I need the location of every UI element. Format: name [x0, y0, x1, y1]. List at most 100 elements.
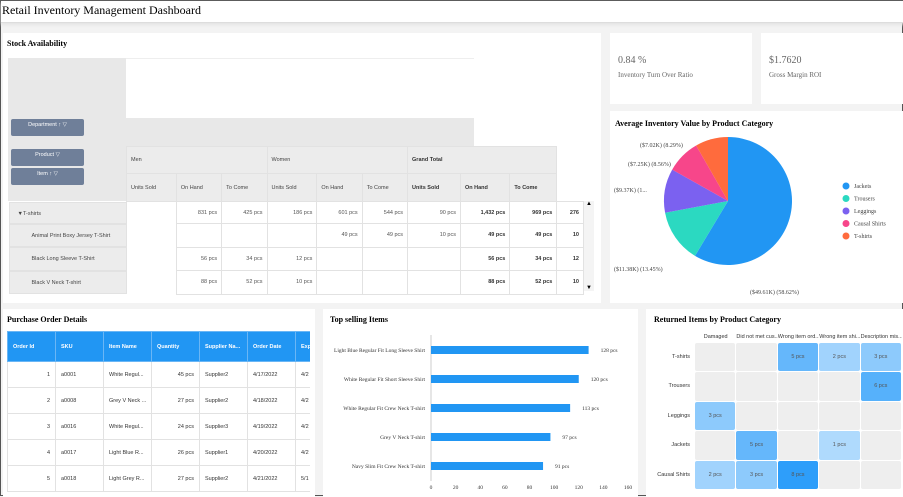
heatmap-cell[interactable] [777, 401, 819, 431]
x-tick-label: 160 [624, 485, 633, 491]
purchase-order-panel: Purchase Order Details Order Id SKU Item N… [3, 309, 315, 497]
pivot-row[interactable]: Black V Neck T-shirt 88 pcs 52 pcs 10 pcs 88… [8, 270, 584, 295]
heatmap-cell[interactable] [860, 460, 901, 489]
heatmap-cell[interactable] [695, 343, 736, 372]
heatmap-cell[interactable]: 6 pcs [860, 372, 901, 401]
pivot-row[interactable]: Animal Print Boxy Jersey T-Shirt 49 pcs 49… [8, 223, 584, 248]
heatmap-cell[interactable]: 5 pcs [777, 343, 819, 372]
category-label: Light Blue Regular Fit Long Sleeve Shirt [334, 348, 426, 354]
table-row[interactable]: 1 a0001 White Regul... 45 pcs Supplier2 4/17/… [7, 361, 310, 388]
table-cell: Supplier3 [199, 413, 248, 440]
heatmap-cell[interactable] [777, 372, 819, 401]
bar[interactable] [431, 433, 551, 441]
table-cell: 3 [7, 413, 56, 440]
pivot-cell: 186 pcs [266, 201, 318, 224]
column-header[interactable]: Exp [295, 331, 310, 362]
heatmap-cell[interactable]: 3 pcs [736, 460, 777, 489]
pivot-cell: 969 pcs [509, 201, 558, 224]
bar[interactable] [431, 346, 589, 354]
scroll-down-icon[interactable]: ▼ [584, 285, 594, 291]
pivot-row[interactable]: Black Long Sleeve T-Shirt 56 pcs 34 pcs 12 … [8, 246, 584, 271]
row-label[interactable]: ▼T-shirts [8, 202, 127, 224]
data-label: 113 pcs [582, 406, 599, 412]
department-button[interactable]: Department ↑ ▽ [11, 119, 84, 136]
vertical-scrollbar[interactable]: ▲ ▼ [584, 201, 594, 291]
slice-label: ($11.38K) (13.45%) [614, 266, 663, 273]
header-row: Order Id SKU Item Name Quantity Supplier Na.… [7, 331, 310, 362]
pivot-cell: 49 pcs [361, 223, 409, 248]
scroll-up-icon[interactable]: ▲ [584, 201, 594, 207]
x-tick-label: 100 [550, 485, 559, 491]
heatmap-cell[interactable] [860, 431, 901, 460]
category-label: Navy Slim Fit Crew Neck T-shirt [352, 464, 426, 470]
bar[interactable] [431, 462, 544, 470]
table-row[interactable]: 2 a0008 Grey V Neck ... 27 pcs Supplier2 4/18… [7, 387, 310, 414]
row-label: Trousers [668, 383, 691, 390]
column-header[interactable]: Item Name [103, 331, 152, 362]
row-label[interactable]: Black V Neck T-shirt [8, 270, 127, 294]
column-header[interactable]: Order Id [7, 331, 56, 362]
heatmap-cell[interactable]: 2 pcs [695, 460, 736, 489]
filter-icon[interactable]: ▽ [54, 171, 58, 177]
kpi-roi-card: $1.7620 Gross Margin ROI [761, 33, 903, 104]
heatmap-cell[interactable]: 3 pcs [860, 343, 901, 372]
heatmap-cell[interactable] [695, 431, 736, 460]
heatmap-cell[interactable] [777, 431, 819, 460]
legend-label[interactable]: Trousers [854, 197, 875, 203]
heatmap-cell[interactable]: 5 pcs [736, 431, 777, 460]
heatmap-cell[interactable]: 3 pcs [695, 401, 736, 431]
heatmap-cell[interactable] [860, 401, 901, 431]
table-cell: 24 pcs [151, 413, 200, 440]
stock-availability-panel: Stock Availability Department ↑ ▽ Produc… [3, 33, 601, 303]
x-tick-label: 40 [478, 485, 484, 491]
row-label[interactable]: Black Long Sleeve T-Shirt [8, 247, 127, 271]
x-tick-label: 80 [527, 485, 533, 491]
column-header[interactable]: Quantity [151, 331, 200, 362]
legend-label[interactable]: T-shirts [854, 234, 873, 240]
legend-label[interactable]: Causal Shirts [854, 222, 886, 228]
heatmap-cell[interactable] [736, 343, 777, 372]
row-label: Causal Shirts [657, 471, 690, 478]
filter-icon[interactable]: ▽ [63, 122, 67, 128]
table-cell: 4/2 [295, 413, 310, 440]
table-row[interactable]: 3 a0016 White Regul... 24 pcs Supplier3 4/19/… [7, 413, 310, 440]
heatmap-cell[interactable]: 2 pcs [819, 343, 860, 372]
data-label: 97 pcs [562, 435, 576, 441]
sort-up-icon[interactable]: ↑ [49, 171, 52, 177]
heatmap-cell[interactable]: 1 pcs [819, 431, 860, 460]
legend-marker[interactable] [842, 232, 850, 240]
pivot-row[interactable]: ▼T-shirts 831 pcs 425 pcs 186 pcs 601 pcs 544… [8, 201, 584, 224]
column-header[interactable]: Order Date [247, 331, 296, 362]
legend-label[interactable]: Leggings [854, 209, 877, 215]
heatmap-cell[interactable] [736, 401, 777, 431]
filter-icon[interactable]: ▽ [56, 152, 60, 158]
measure-header: To Come [361, 173, 409, 202]
measure-header: Units Sold [126, 173, 177, 202]
table-row[interactable]: 5 a0018 Light Grey R... 27 pcs Supplier2 4/21… [7, 465, 310, 492]
heatmap-cell[interactable] [695, 372, 736, 401]
heatmap-cell[interactable] [736, 372, 777, 401]
heatmap-cell[interactable] [819, 372, 860, 401]
legend-marker[interactable] [842, 195, 850, 202]
legend-marker[interactable] [842, 220, 850, 227]
column-label: Damaged [703, 334, 728, 340]
pivot-cell [407, 270, 461, 295]
item-button[interactable]: Item ↑ ▽ [11, 168, 84, 185]
column-header[interactable]: Supplier Na... [199, 331, 248, 362]
heatmap-cell[interactable]: 8 pcs [777, 460, 819, 489]
table-cell: Supplier2 [199, 465, 248, 492]
row-label[interactable]: Animal Print Boxy Jersey T-Shirt [8, 223, 127, 247]
returned-items-panel: Returned Items by Product Category Damag… [646, 309, 903, 497]
table-cell: Light Grey R... [103, 465, 152, 492]
column-header[interactable]: SKU [55, 331, 104, 362]
bar[interactable] [431, 404, 571, 412]
bar[interactable] [431, 375, 579, 383]
legend-label[interactable]: Jackets [854, 184, 872, 190]
product-button[interactable]: Product ▽ [11, 149, 84, 166]
legend-marker[interactable] [842, 207, 850, 215]
table-row[interactable]: 4 a0017 Light Blue R... 26 pcs Supplier1 4/20… [7, 439, 310, 466]
heatmap-cell[interactable] [819, 401, 860, 431]
sort-up-icon[interactable]: ↑ [58, 122, 61, 128]
legend-marker[interactable] [842, 182, 850, 190]
heatmap-cell[interactable] [819, 460, 860, 489]
